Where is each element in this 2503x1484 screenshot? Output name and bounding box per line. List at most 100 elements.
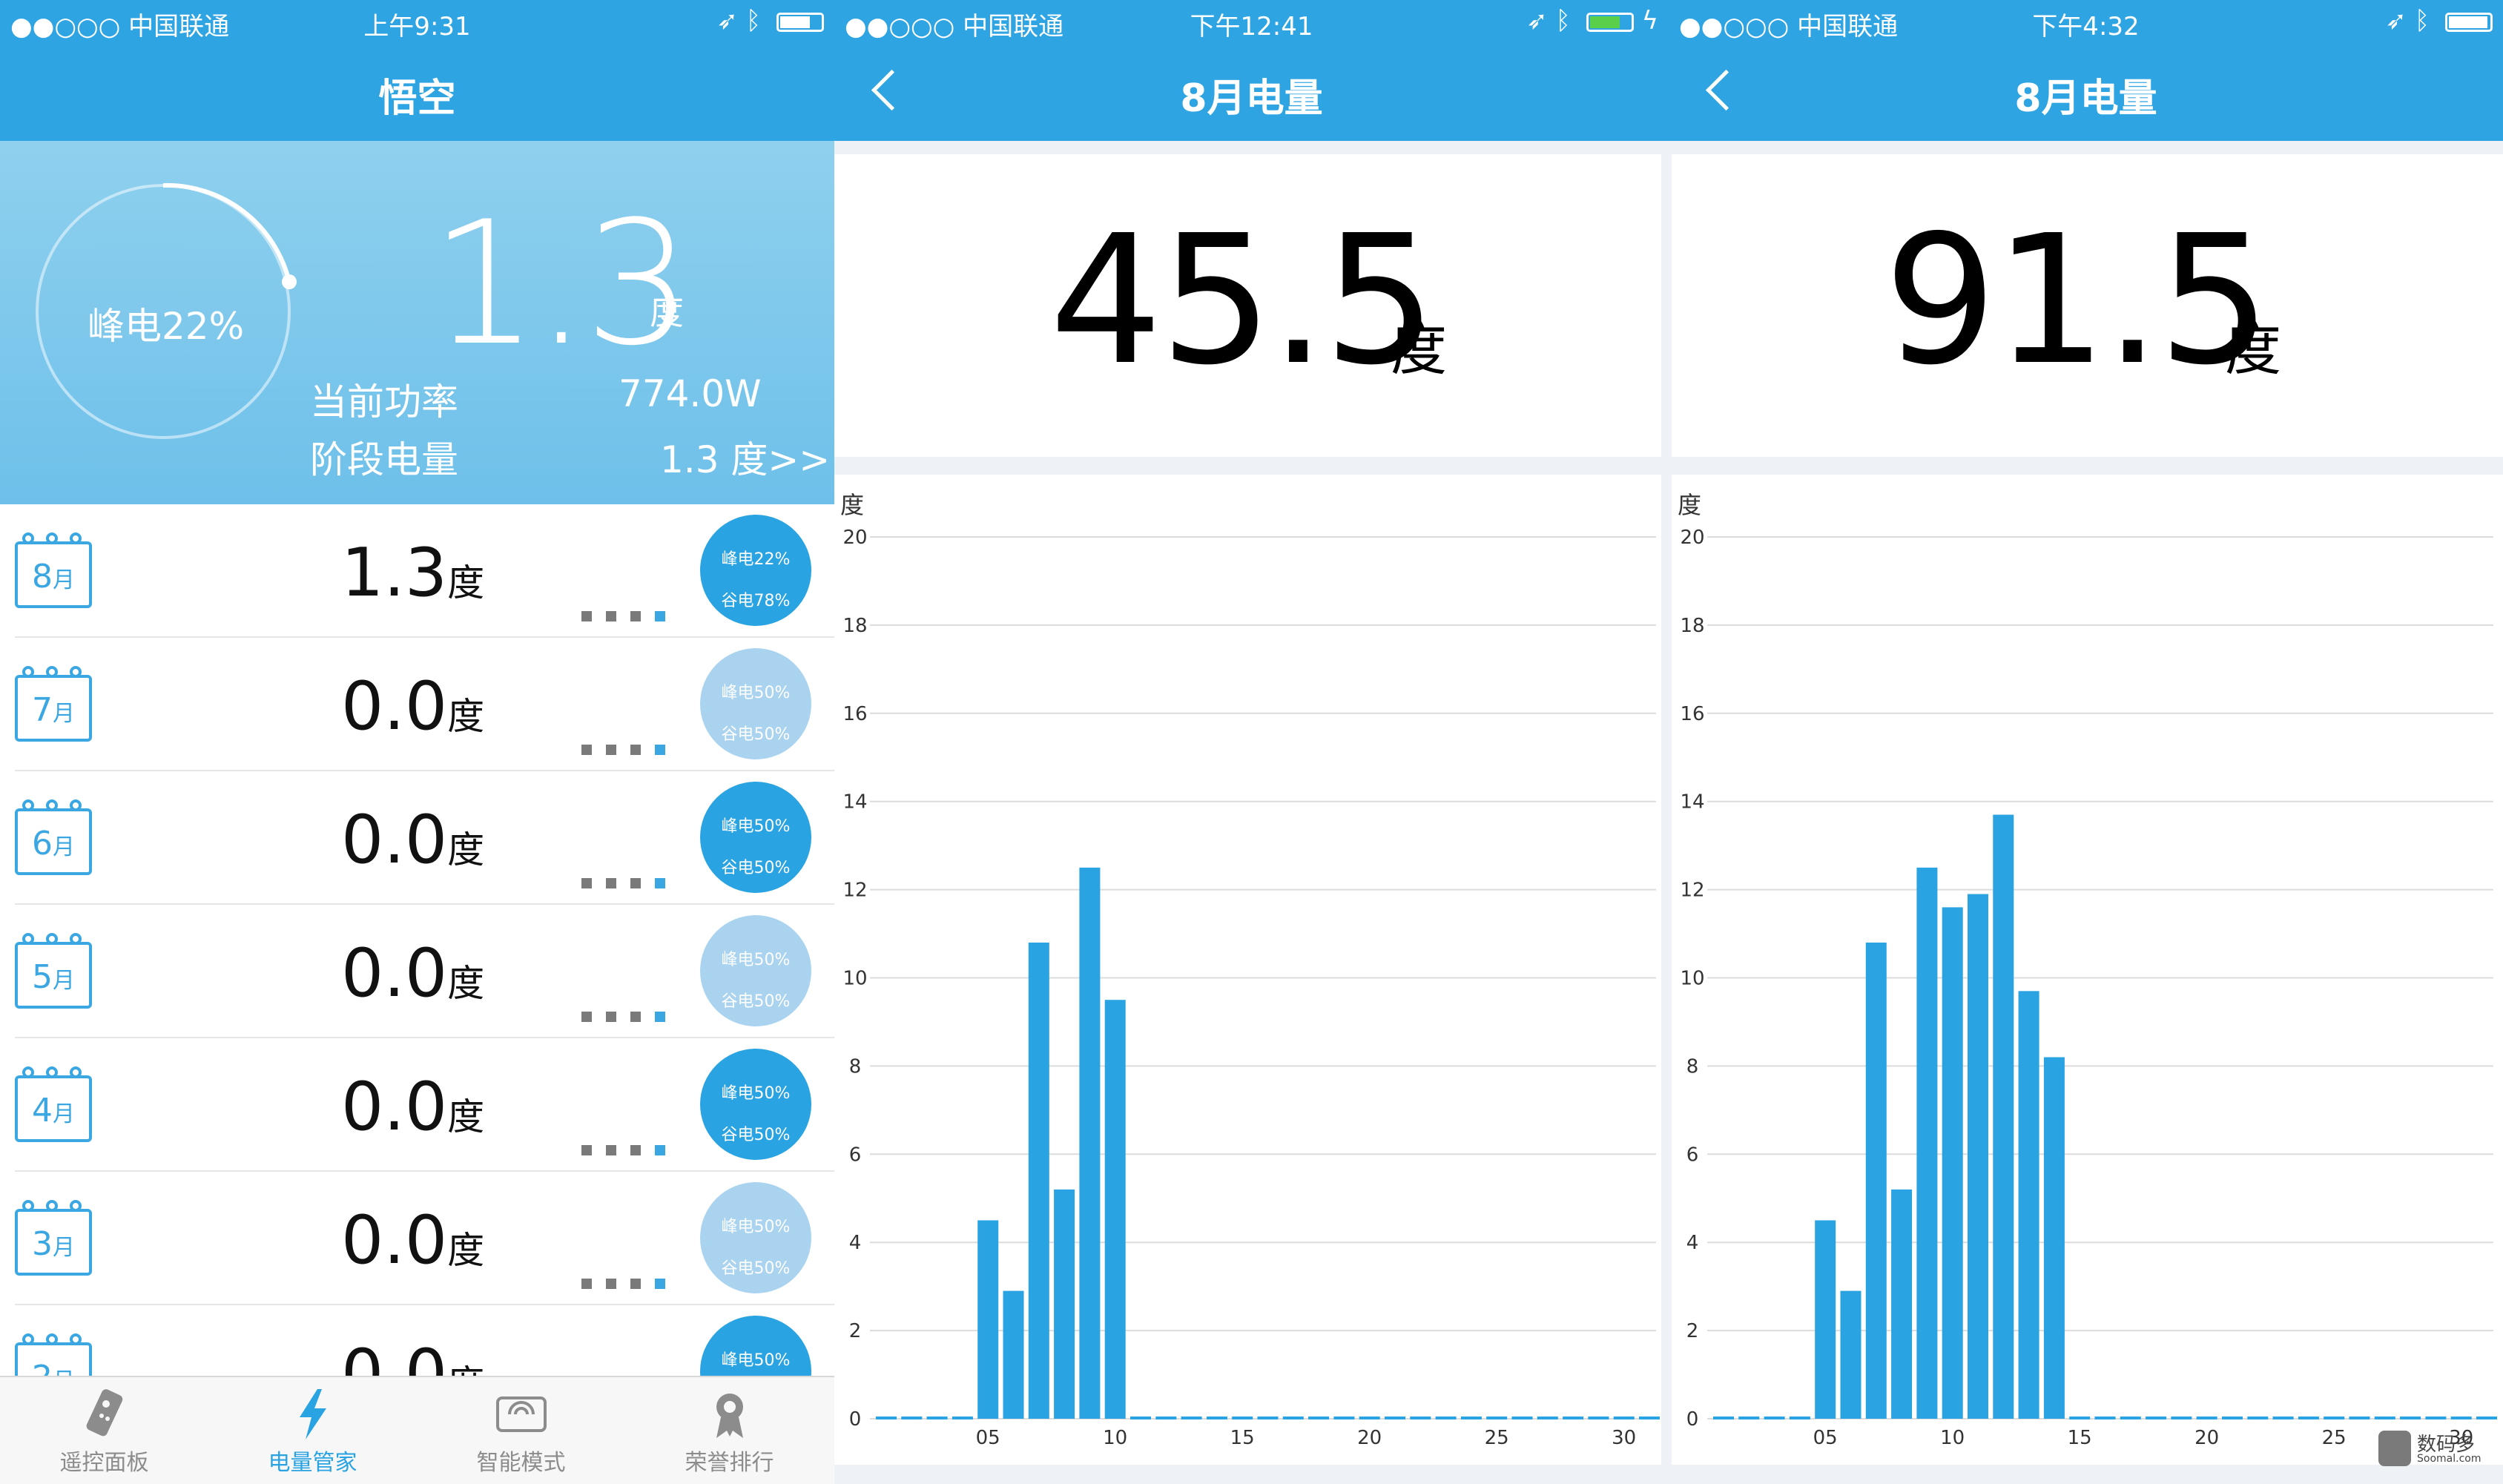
- location-icon: ➶: [2385, 6, 2407, 36]
- peak-ratio: 峰电50%: [721, 1218, 791, 1236]
- calendar-icon: 5月: [15, 933, 92, 1009]
- bar: [1942, 907, 1963, 1419]
- peak-valley-badge[interactable]: 峰电50% 谷电50%: [700, 648, 811, 759]
- y-axis-unit-label: 度: [1678, 491, 1701, 519]
- month-row[interactable]: 8月 1.3度 峰电22% 谷电78%: [0, 504, 834, 638]
- month-unit: 月: [53, 1235, 75, 1261]
- month-row[interactable]: 5月 0.0度 峰电50% 谷电50%: [0, 905, 834, 1038]
- valley-ratio: 谷电50%: [721, 1259, 791, 1278]
- x-tick-label: 25: [1485, 1427, 1509, 1449]
- daily-energy-chart: 度 0 2 4 6 8 10 12 14 16 18 20 05 10 15 20 25 30: [840, 491, 1660, 1449]
- battery-icon: [776, 12, 824, 32]
- calendar-icon: 4月: [15, 1066, 92, 1142]
- tab-smart[interactable]: 智能模式: [417, 1385, 625, 1477]
- x-tick-label: 15: [2068, 1427, 2092, 1449]
- total-value: 91.5: [1884, 197, 2271, 404]
- peak-valley-badge[interactable]: 峰电50% 谷电50%: [700, 1182, 811, 1293]
- tab-honor[interactable]: 荣誉排行: [625, 1385, 834, 1477]
- month-number: 4: [32, 1092, 53, 1130]
- y-axis-unit-label: 度: [840, 491, 864, 519]
- month-energy-unit: 度: [447, 962, 485, 1005]
- y-tick-label: 0: [1686, 1408, 1699, 1431]
- x-tick-label: 10: [1940, 1427, 1965, 1449]
- month-unit: 月: [53, 567, 75, 593]
- valley-ratio: 谷电50%: [721, 992, 791, 1011]
- nav-bar: 8月电量: [1669, 44, 2503, 141]
- tab-energy[interactable]: 电量管家: [208, 1385, 417, 1477]
- y-tick-label: 16: [1680, 703, 1704, 725]
- month-energy-unit: 度: [447, 561, 485, 604]
- current-energy-unit: 度: [650, 292, 684, 332]
- bar: [1028, 942, 1049, 1419]
- bar: [1840, 1290, 1861, 1419]
- y-tick-label: 10: [842, 968, 867, 990]
- peak-ratio: 峰电50%: [721, 1351, 791, 1370]
- location-icon: ➶: [716, 6, 738, 36]
- month-energy: 0.0: [341, 1068, 448, 1146]
- battery-icon: [1586, 12, 1634, 32]
- stage-label: 阶段电量: [310, 438, 458, 481]
- month-row[interactable]: 4月 0.0度 峰电50% 谷电50%: [0, 1038, 834, 1172]
- bar: [1815, 1220, 1836, 1419]
- nav-bar: 8月电量: [834, 44, 1669, 141]
- y-tick-label: 6: [1686, 1144, 1699, 1166]
- tab-remote-label: 遥控面板: [59, 1450, 149, 1476]
- y-tick-label: 2: [1686, 1320, 1699, 1342]
- month-row[interactable]: 6月 0.0度 峰电50% 谷电50%: [0, 771, 834, 905]
- peak-valley-badge[interactable]: 峰电50%: [700, 1316, 811, 1376]
- bluetooth-icon: ᛒ: [1555, 6, 1571, 36]
- x-tick-label: 25: [2322, 1427, 2347, 1449]
- lightning-icon: [299, 1389, 326, 1440]
- total-unit: 度: [2225, 317, 2281, 383]
- y-tick-label: 12: [1680, 880, 1704, 902]
- y-tick-label: 18: [1680, 615, 1704, 637]
- battery-icon: [2445, 12, 2493, 32]
- month-unit: 月: [53, 701, 75, 727]
- bar: [2043, 1057, 2065, 1419]
- peak-valley-badge[interactable]: 峰电50% 谷电50%: [700, 782, 811, 893]
- y-tick-label: 20: [1680, 527, 1704, 549]
- screen-august-2: ●●○○○ 中国联通 下午4:32 ➶ ᛒ 8月电量 91.5 度 度 0 2 4 6 8…: [1669, 0, 2503, 1484]
- month-number: 8: [32, 558, 53, 596]
- soomal-logo-icon: [2378, 1431, 2411, 1466]
- y-tick-label: 10: [1680, 968, 1704, 990]
- current-energy: 1.3: [430, 185, 693, 383]
- y-tick-label: 8: [1686, 1055, 1699, 1078]
- peak-valley-badge[interactable]: 峰电50% 谷电50%: [700, 1049, 811, 1160]
- page-title: 8月电量: [1180, 76, 1323, 121]
- month-energy-unit: 度: [447, 695, 485, 738]
- x-tick-label: 30: [1612, 1427, 1636, 1449]
- month-list[interactable]: 8月 1.3度 峰电22% 谷电78% 7月 0.0度 峰电50% 谷电50% 6月 0.0度 峰电…: [0, 504, 834, 1376]
- chart-card: 度 0 2 4 6 8 10 12 14 16 18 20 05 10 15 20 25 30: [1672, 475, 2503, 1465]
- page-dots-icon: [581, 1278, 679, 1292]
- y-tick-label: 14: [1680, 791, 1704, 814]
- bar: [1993, 814, 2014, 1419]
- y-tick-label: 2: [849, 1320, 862, 1342]
- stage-link[interactable]: 1.3 度>>: [660, 430, 830, 484]
- tab-honor-label: 荣誉排行: [685, 1450, 774, 1476]
- month-unit: 月: [53, 1101, 75, 1127]
- bar: [1891, 1189, 1913, 1419]
- valley-ratio: 谷电50%: [721, 725, 791, 744]
- tab-remote[interactable]: 遥控面板: [0, 1385, 208, 1477]
- month-row[interactable]: 3月 0.0度 峰电50% 谷电50%: [0, 1172, 834, 1305]
- x-tick-label: 15: [1230, 1427, 1255, 1449]
- watermark: 数码多 Soomal.com: [2378, 1429, 2490, 1471]
- peak-valley-badge[interactable]: 峰电22% 谷电78%: [700, 515, 811, 626]
- medal-icon: [716, 1394, 743, 1438]
- status-icons: ➶ ᛒ: [716, 6, 824, 36]
- peak-valley-badge[interactable]: 峰电50% 谷电50%: [700, 915, 811, 1026]
- bar: [1865, 942, 1887, 1419]
- month-row[interactable]: 2月 0.0度 峰电50%: [0, 1305, 834, 1376]
- month-energy-unit: 度: [447, 1095, 485, 1138]
- x-tick-label: 10: [1103, 1427, 1127, 1449]
- status-icons: ➶ ᛒ: [2385, 6, 2493, 36]
- energy-summary: 峰电22% 1.3 度 当前功率 774.0W 阶段电量 1.3 度>>: [0, 141, 834, 504]
- calendar-icon: 3月: [15, 1200, 92, 1276]
- status-icons: ➶ ᛒ ϟ: [1526, 6, 1658, 36]
- peak-ratio: 峰电50%: [721, 951, 791, 969]
- nav-bar: 悟空: [0, 44, 834, 141]
- bar: [1079, 867, 1101, 1419]
- month-row[interactable]: 7月 0.0度 峰电50% 谷电50%: [0, 638, 834, 771]
- bluetooth-icon: ᛒ: [745, 6, 762, 36]
